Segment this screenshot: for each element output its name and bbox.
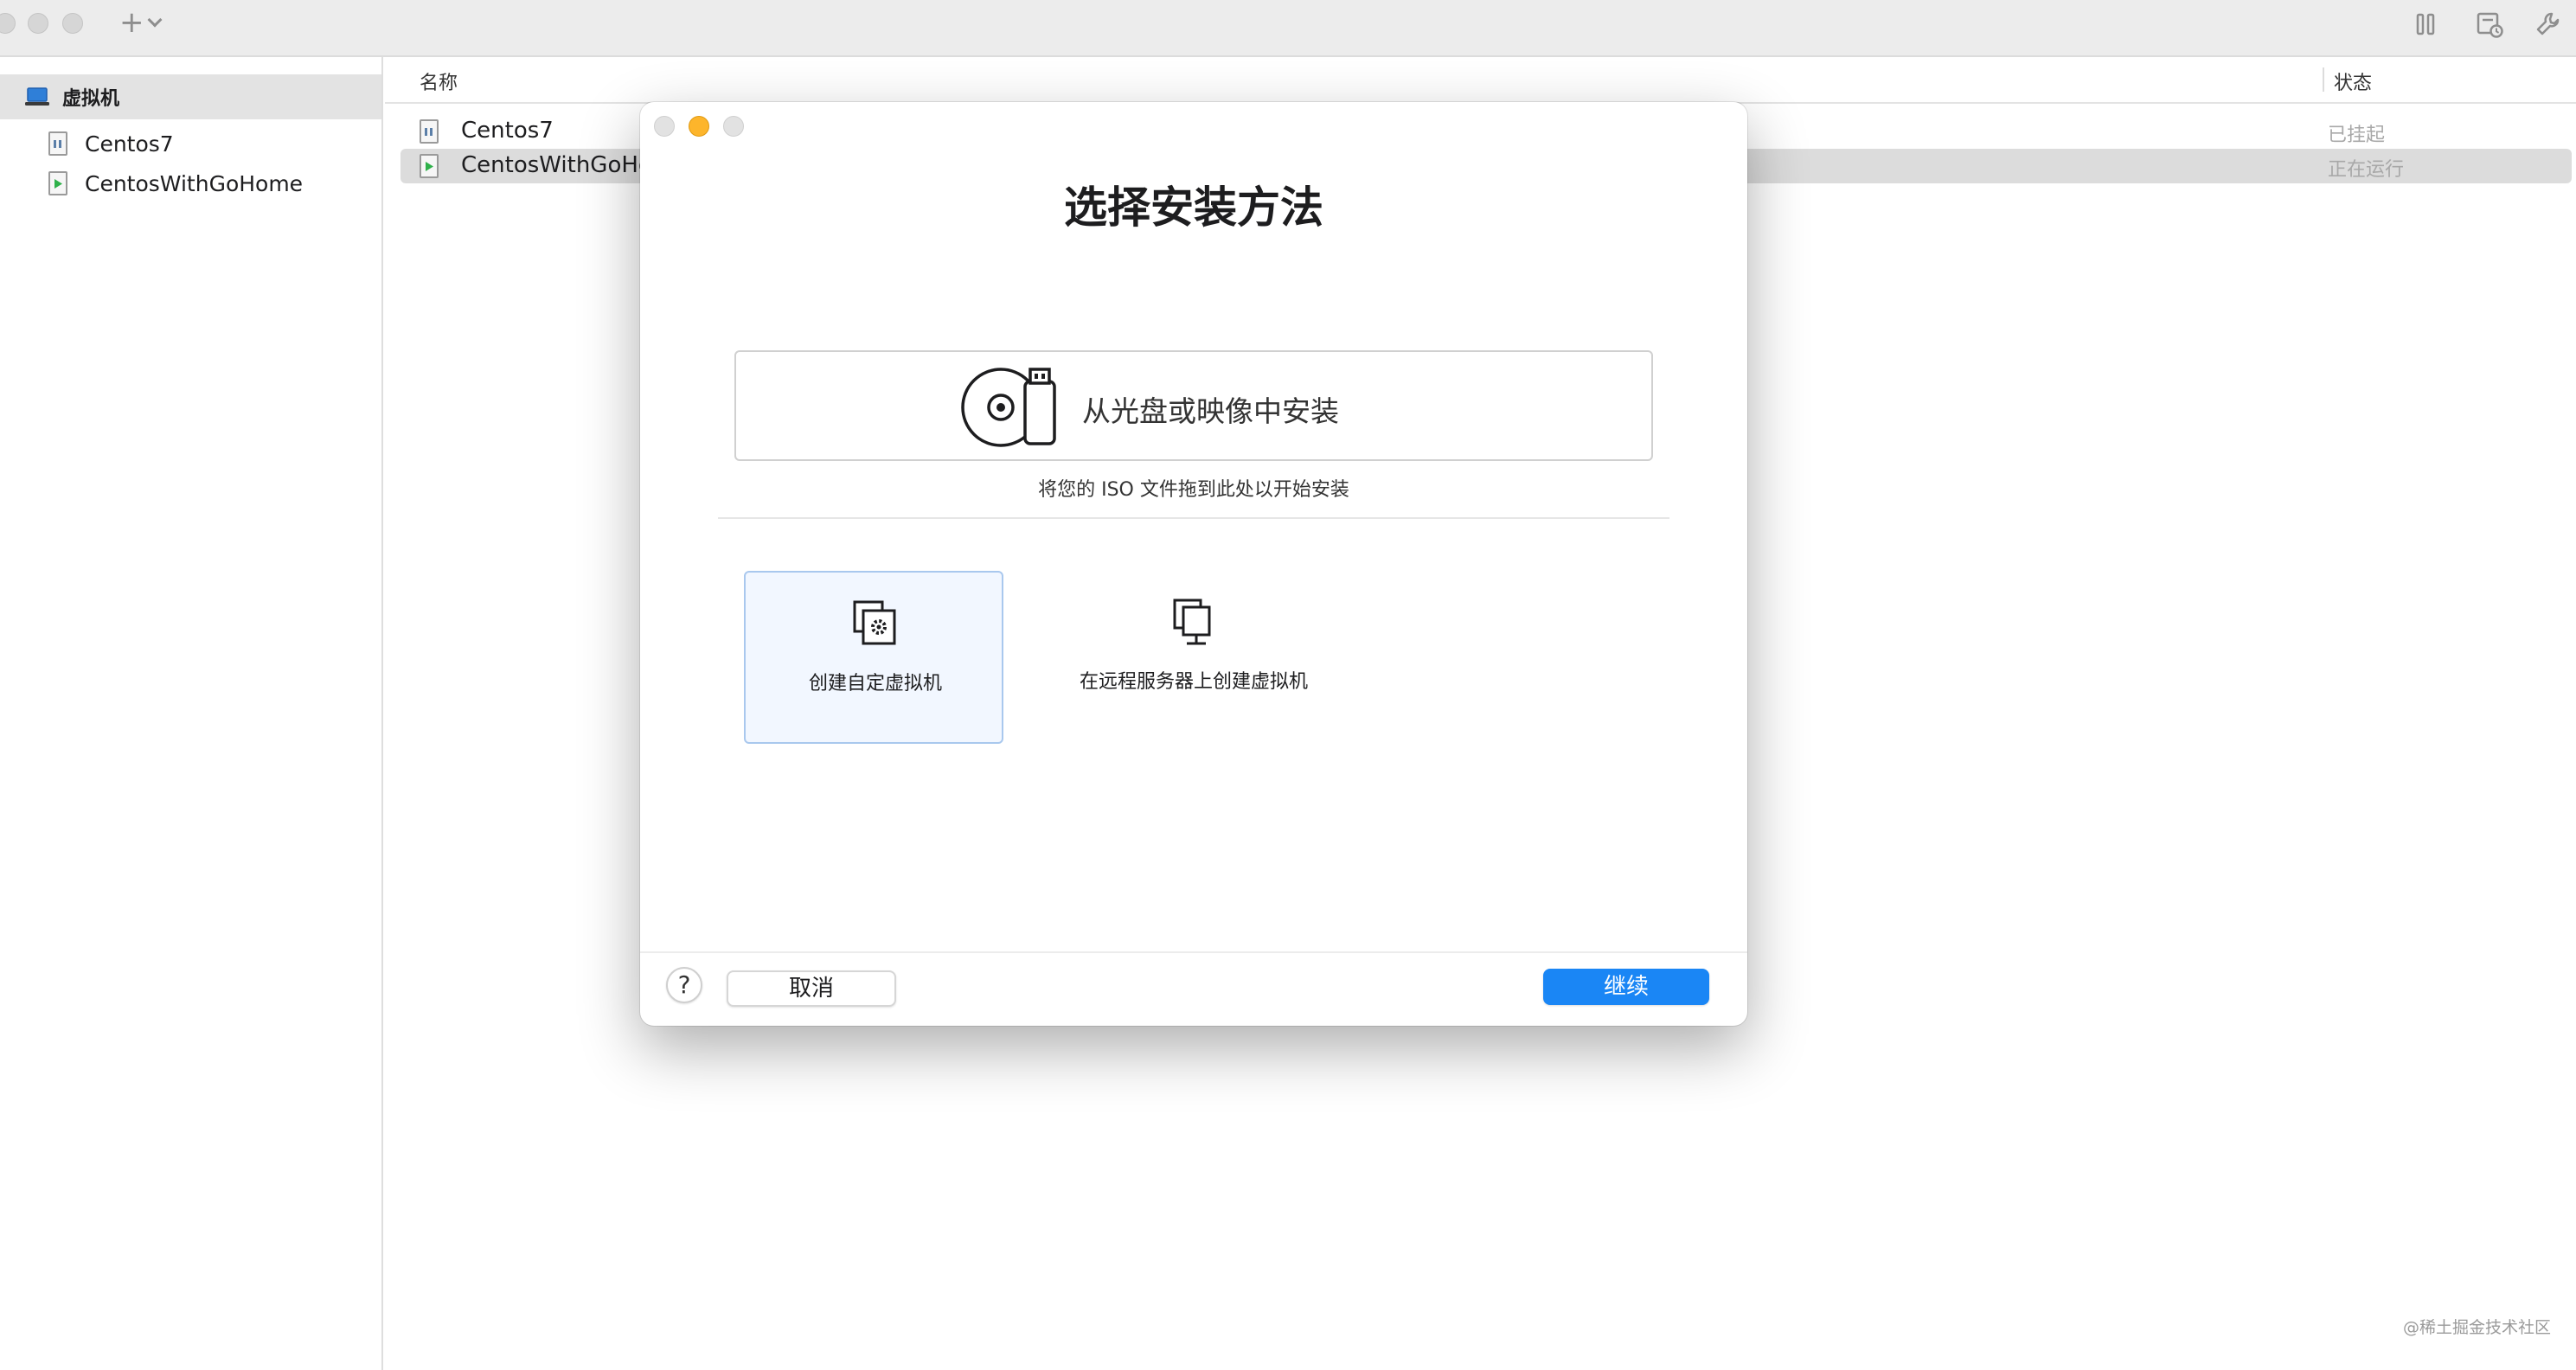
paused-vm-icon [420,119,439,144]
sidebar-item-label: Centos7 [85,131,174,157]
sidebar-item-centos7[interactable]: Centos7 [0,124,381,163]
plus-icon: + [119,5,144,40]
create-custom-vm-option[interactable]: 创建自定虚拟机 [744,571,1003,744]
vm-status: 已挂起 [2328,125,2386,146]
column-header: 名称 状态 [385,57,2576,104]
dialog-minimize-button[interactable] [689,116,709,137]
running-vm-icon [48,171,67,195]
running-vm-icon [420,154,439,178]
dialog-close-button[interactable] [654,116,675,137]
wrench-icon[interactable] [2533,9,2564,40]
sidebar: 虚拟机 Centos7 CentosWithGoHome [0,57,383,1370]
install-from-disc-label: 从光盘或映像中安装 [1082,394,1339,428]
sidebar-header-virtual-machines[interactable]: 虚拟机 [0,74,381,119]
create-remote-vm-option[interactable]: 在远程服务器上创建虚拟机 [1064,571,1323,744]
vm-status: 正在运行 [2328,159,2405,181]
continue-button[interactable]: 继续 [1543,969,1709,1005]
watermark: @稀土掘金技术社区 [2403,1318,2552,1337]
remote-server-icon [1173,599,1211,645]
add-menu-button[interactable]: + [119,5,162,40]
sidebar-header-label: 虚拟机 [62,88,120,110]
column-header-name[interactable]: 名称 [420,67,458,95]
install-from-disc-button[interactable]: 从光盘或映像中安装 [734,350,1653,461]
create-remote-vm-label: 在远程服务器上创建虚拟机 [1079,671,1308,693]
window-minimize-button[interactable] [28,13,48,34]
window-close-button[interactable] [0,13,16,34]
dialog-footer: ? 取消 继续 [640,951,1747,1026]
sidebar-item-label: CentosWithGoHome [85,170,304,196]
custom-vm-icon [853,600,896,645]
laptop-icon [25,87,49,106]
help-button[interactable]: ? [666,967,702,1003]
install-method-dialog: 选择安装方法 从光盘或映像中安装 将您的 ISO 文件拖到此处以开始安装 创建自… [640,102,1747,1026]
dialog-zoom-button[interactable] [723,116,744,137]
create-custom-vm-label: 创建自定虚拟机 [808,673,942,695]
window-toolbar: + [0,0,2576,57]
paused-vm-icon [48,131,67,156]
disc-usb-icon [961,368,1056,447]
pause-icon[interactable] [2410,9,2441,40]
vmware-fusion-window: + 虚拟机 Centos7 CentosWithGoHome 名称 状态 Cen… [0,0,2576,1370]
column-divider[interactable] [2323,67,2324,92]
section-divider [718,517,1669,519]
column-header-status[interactable]: 状态 [2334,67,2372,95]
vm-name: Centos7 [461,118,554,144]
dialog-title: 选择安装方法 [1064,182,1323,233]
iso-drag-hint: 将您的 ISO 文件拖到此处以开始安装 [1038,479,1349,501]
sidebar-item-centoswithgohome[interactable]: CentosWithGoHome [0,163,381,203]
snapshot-icon[interactable] [2474,9,2505,40]
cancel-button[interactable]: 取消 [727,970,896,1007]
window-zoom-button[interactable] [62,13,83,34]
chevron-down-icon [147,12,162,28]
